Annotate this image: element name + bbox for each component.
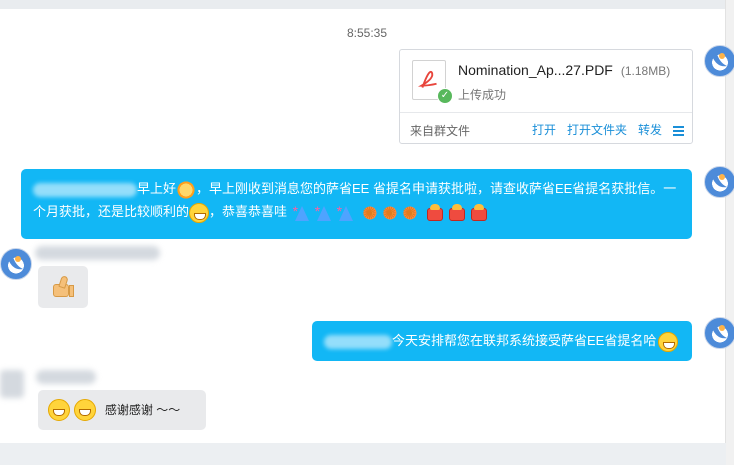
- firework-emoji-icon: [360, 202, 381, 226]
- avatar-logo-icon: [712, 174, 727, 188]
- firework-emoji-icon: [400, 202, 421, 226]
- message-text: 今天安排帮您在联邦系统接受萨省EE省提名哈: [392, 333, 657, 348]
- redacted-name: [33, 182, 137, 197]
- input-area-divider: [0, 443, 726, 465]
- incoming-message-bubble[interactable]: [38, 266, 88, 308]
- avatar-logo-icon: [712, 325, 727, 339]
- message-text: 感谢感谢 ～～: [104, 403, 181, 417]
- grin-emoji-icon: [48, 398, 70, 421]
- grin-emoji-icon: [658, 331, 679, 352]
- message-text: 个月获批，还是比较顺利的: [33, 204, 190, 219]
- gift-emoji-icon: [446, 203, 468, 223]
- message-text: ，恭喜恭喜哇: [209, 204, 288, 219]
- gift-emoji-icon: [468, 203, 490, 223]
- redacted-contact-avatar: [0, 370, 24, 398]
- message-line-2: 个月获批，还是比较顺利的 ，恭喜恭喜哇: [33, 199, 680, 226]
- forward-link[interactable]: 转发: [638, 121, 662, 138]
- thumbs-up-icon: [50, 274, 76, 300]
- outgoing-message-bubble[interactable]: 今天安排帮您在联邦系统接受萨省EE省提名哈: [312, 321, 692, 361]
- more-menu-icon[interactable]: [673, 125, 684, 136]
- upload-status: 上传成功: [458, 88, 507, 102]
- self-avatar[interactable]: [704, 45, 734, 77]
- redacted-sender-name: [36, 370, 96, 384]
- open-file-link[interactable]: 打开: [532, 121, 556, 138]
- outgoing-message-bubble[interactable]: 早上好 ，早上刚收到消息您的萨省EE 省提名申请获批啦，请查收萨省EE省提名获批信…: [21, 169, 692, 239]
- file-size: (1.18MB): [620, 64, 671, 78]
- redacted-sender-name: [35, 246, 160, 260]
- file-name[interactable]: Nomination_Ap...27.PDF (1.18MB): [458, 62, 670, 78]
- contact-avatar[interactable]: [0, 248, 32, 280]
- message-text: ，早上刚收到消息您的萨省EE 省提名申请获批啦，请查收萨省EE省提名获批信。一: [196, 181, 677, 196]
- file-source: 来自群文件: [410, 124, 471, 138]
- redacted-name: [324, 334, 392, 349]
- gift-emoji-icon: [424, 203, 446, 223]
- avatar-logo-icon: [8, 256, 23, 270]
- file-actions: 打开 打开文件夹 转发: [532, 121, 684, 138]
- top-edge-bar: [0, 0, 726, 9]
- sun-emoji-icon: [176, 179, 197, 200]
- party-emoji-icon: [313, 199, 335, 223]
- party-emoji-icon: [291, 199, 313, 223]
- incoming-message-bubble[interactable]: 感谢感谢 ～～: [38, 390, 206, 430]
- message-timestamp: 8:55:35: [346, 26, 388, 40]
- self-avatar[interactable]: [704, 166, 734, 198]
- party-emoji-icon: [335, 199, 357, 223]
- open-folder-link[interactable]: 打开文件夹: [567, 121, 627, 138]
- file-message-card[interactable]: ✓ Nomination_Ap...27.PDF (1.18MB) 上传成功 来自…: [399, 49, 693, 144]
- grin-emoji-icon: [189, 202, 210, 223]
- avatar-logo-icon: [712, 53, 727, 67]
- message-line-1: 早上好 ，早上刚收到消息您的萨省EE 省提名申请获批啦，请查收萨省EE省提名获批信…: [33, 178, 680, 200]
- firework-emoji-icon: [380, 202, 401, 226]
- file-card-footer: 来自群文件 打开 打开文件夹 转发: [400, 112, 692, 145]
- grin-emoji-icon: [74, 398, 97, 421]
- message-text: 早上好: [137, 181, 177, 196]
- self-avatar[interactable]: [704, 317, 734, 349]
- check-icon: ✓: [437, 88, 453, 104]
